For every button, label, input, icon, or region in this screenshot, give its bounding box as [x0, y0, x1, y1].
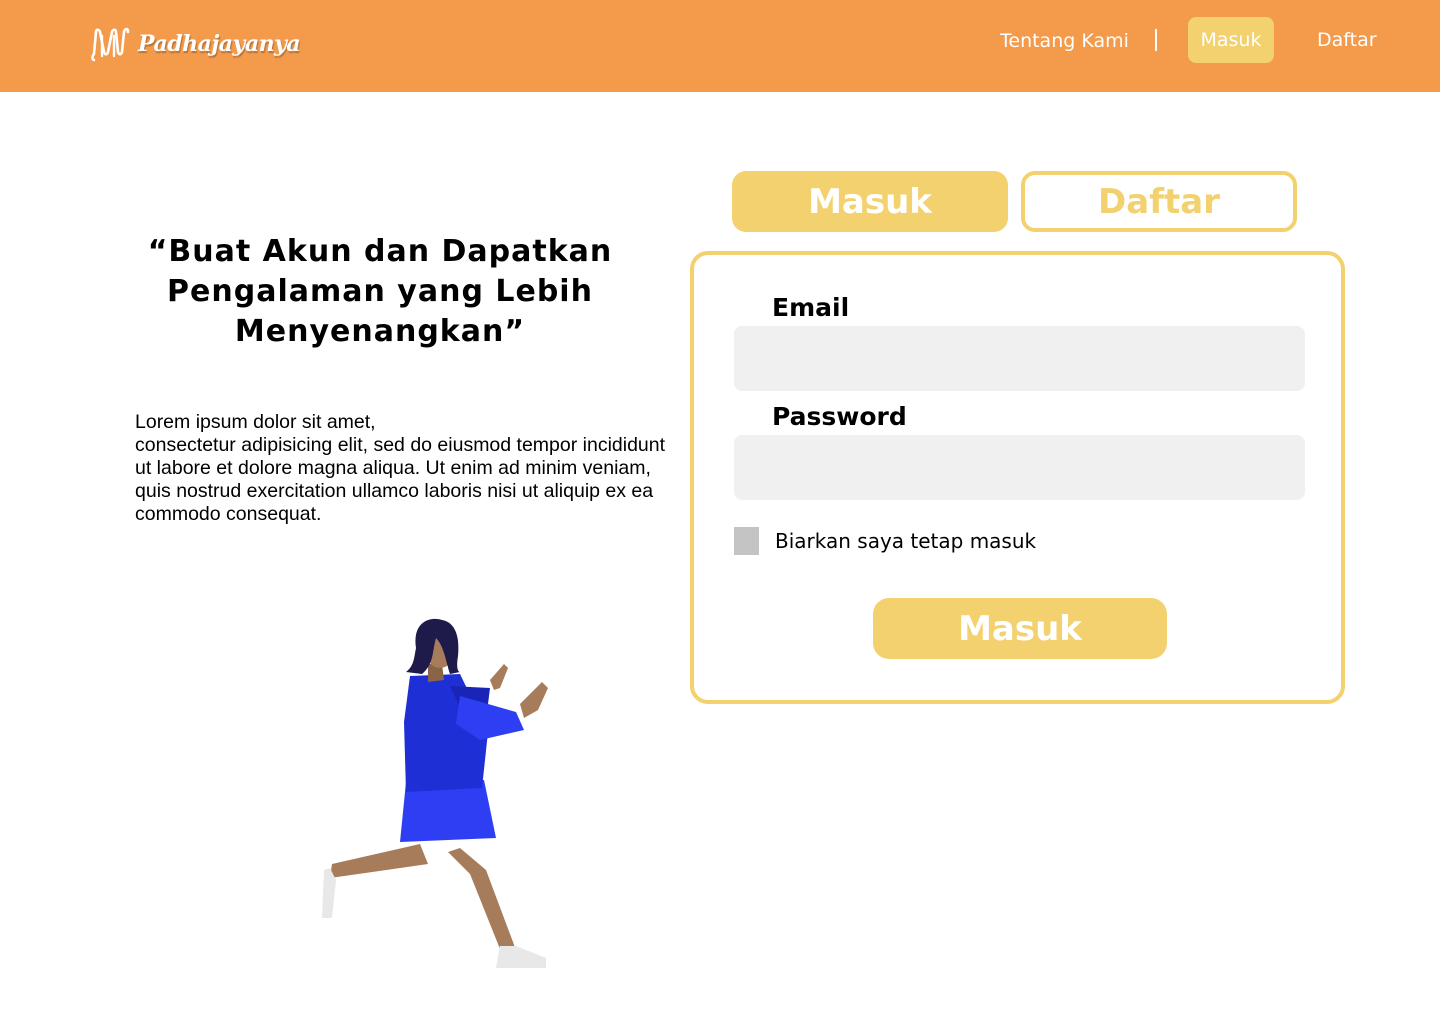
login-submit-button[interactable]: Masuk: [873, 598, 1167, 659]
nav-login-button[interactable]: Masuk: [1188, 17, 1274, 63]
remember-me-checkbox[interactable]: [734, 527, 759, 555]
brand-logo[interactable]: Padhajayanya: [90, 24, 301, 64]
hero-headline: “Buat Akun dan Dapatkan Pengalaman yang …: [147, 234, 613, 349]
email-field[interactable]: [734, 326, 1305, 391]
brand-name: Padhajayanya: [138, 31, 301, 57]
remember-me-label[interactable]: Biarkan saya tetap masuk: [775, 529, 1036, 553]
tab-register[interactable]: Daftar: [1021, 171, 1297, 232]
nav-register-link[interactable]: Daftar: [1317, 29, 1377, 51]
email-label: Email: [772, 293, 850, 322]
password-field[interactable]: [734, 435, 1305, 500]
running-woman-illustration: [322, 618, 548, 968]
top-navbar: Padhajayanya Tentang Kami Masuk Daftar: [0, 0, 1440, 92]
nav-about-link[interactable]: Tentang Kami: [1000, 30, 1129, 52]
password-label: Password: [772, 402, 907, 431]
nav-divider: [1155, 29, 1157, 51]
tab-login[interactable]: Masuk: [732, 171, 1008, 232]
hero-description: Lorem ipsum dolor sit amet, consectetur …: [135, 411, 666, 525]
brand-logo-icon: [91, 27, 130, 62]
login-form-card: Email Password Biarkan saya tetap masuk …: [690, 251, 1345, 704]
